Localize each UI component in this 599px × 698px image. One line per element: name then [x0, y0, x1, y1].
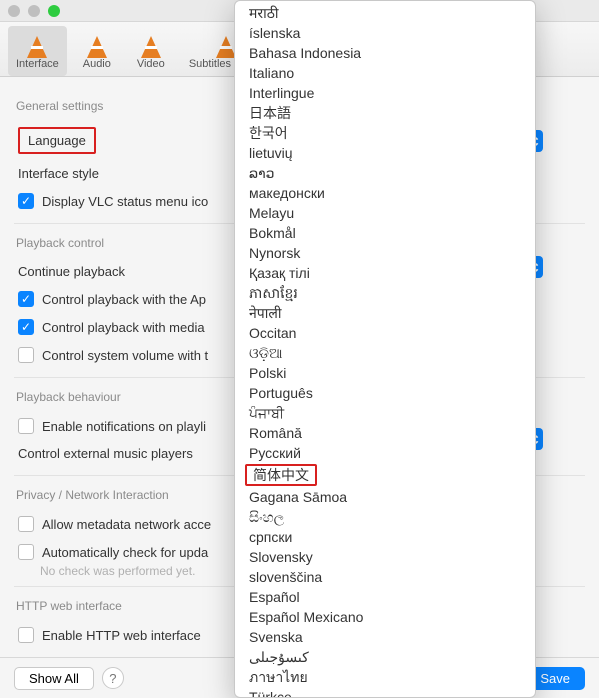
- checkbox-icon[interactable]: [18, 319, 34, 335]
- language-label: Language: [18, 127, 96, 154]
- zoom-dot[interactable]: [48, 5, 60, 17]
- language-option[interactable]: slovenščina: [235, 567, 535, 587]
- tab-label: Interface: [16, 58, 59, 70]
- language-option[interactable]: Gagana Sāmoa: [235, 487, 535, 507]
- language-option[interactable]: ਪੰਜਾਬੀ: [235, 403, 535, 423]
- language-option[interactable]: Occitan: [235, 323, 535, 343]
- language-option[interactable]: Slovensky: [235, 547, 535, 567]
- language-option[interactable]: српски: [235, 527, 535, 547]
- language-option[interactable]: Italiano: [235, 63, 535, 83]
- continue-playback-label: Continue playback: [18, 264, 125, 279]
- language-option[interactable]: Türkçe: [235, 687, 535, 698]
- language-option[interactable]: Bahasa Indonesia: [235, 43, 535, 63]
- show-all-button[interactable]: Show All: [14, 667, 94, 690]
- language-option[interactable]: ଓଡ଼ିଆ: [235, 343, 535, 363]
- language-option[interactable]: Español Mexicano: [235, 607, 535, 627]
- language-dropdown[interactable]: मराठीíslenskaBahasa IndonesiaItalianoInt…: [234, 0, 536, 698]
- language-option[interactable]: Русский: [235, 443, 535, 463]
- metadata-label: Allow metadata network acce: [42, 517, 211, 532]
- language-option[interactable]: ភាសាខ្មែរ: [235, 283, 535, 303]
- language-option[interactable]: Қазақ тілі: [235, 263, 535, 283]
- language-option[interactable]: كىسۇجىلى: [235, 647, 535, 667]
- checkbox-icon[interactable]: [18, 193, 34, 209]
- language-option[interactable]: Português: [235, 383, 535, 403]
- checkbox-icon[interactable]: [18, 347, 34, 363]
- checkbox-icon[interactable]: [18, 627, 34, 643]
- minimize-dot[interactable]: [28, 5, 40, 17]
- language-option[interactable]: Bokmål: [235, 223, 535, 243]
- display-status-label: Display VLC status menu ico: [42, 194, 208, 209]
- language-option[interactable]: македонски: [235, 183, 535, 203]
- tab-interface[interactable]: Interface: [8, 26, 67, 76]
- language-option[interactable]: मराठी: [235, 3, 535, 23]
- checkbox-icon[interactable]: [18, 544, 34, 560]
- tab-audio[interactable]: Audio: [73, 26, 121, 76]
- language-option[interactable]: ภาษาไทย: [235, 667, 535, 687]
- media-keys-label: Control playback with media: [42, 320, 205, 335]
- cone-icon: [81, 30, 113, 58]
- checkbox-icon[interactable]: [18, 516, 34, 532]
- language-option[interactable]: नेपाली: [235, 303, 535, 323]
- enable-http-label: Enable HTTP web interface: [42, 628, 201, 643]
- tab-label: Audio: [83, 58, 111, 70]
- apple-remote-label: Control playback with the Ap: [42, 292, 206, 307]
- language-option[interactable]: Polski: [235, 363, 535, 383]
- language-option[interactable]: සිංහල: [235, 507, 535, 527]
- language-option[interactable]: Nynorsk: [235, 243, 535, 263]
- cone-icon: [135, 30, 167, 58]
- cone-icon: [21, 30, 53, 58]
- close-dot[interactable]: [8, 5, 20, 17]
- system-volume-label: Control system volume with t: [42, 348, 208, 363]
- language-option[interactable]: Interlingue: [235, 83, 535, 103]
- notifications-label: Enable notifications on playli: [42, 419, 206, 434]
- language-option[interactable]: Español: [235, 587, 535, 607]
- language-option-highlighted[interactable]: 简体中文: [245, 464, 317, 486]
- language-option[interactable]: Svenska: [235, 627, 535, 647]
- language-option[interactable]: 한국어: [235, 123, 535, 143]
- tab-label: Video: [137, 58, 165, 70]
- help-button[interactable]: ?: [102, 667, 124, 689]
- external-players-label: Control external music players: [18, 446, 193, 461]
- language-option[interactable]: ລາວ: [235, 163, 535, 183]
- interface-style-label: Interface style: [18, 166, 99, 181]
- language-option[interactable]: Melayu: [235, 203, 535, 223]
- language-option[interactable]: íslenska: [235, 23, 535, 43]
- language-option[interactable]: 日本語: [235, 103, 535, 123]
- checkbox-icon[interactable]: [18, 418, 34, 434]
- language-option[interactable]: lietuvių: [235, 143, 535, 163]
- checkbox-icon[interactable]: [18, 291, 34, 307]
- language-option[interactable]: Română: [235, 423, 535, 443]
- tab-video[interactable]: Video: [127, 26, 175, 76]
- updates-label: Automatically check for upda: [42, 545, 208, 560]
